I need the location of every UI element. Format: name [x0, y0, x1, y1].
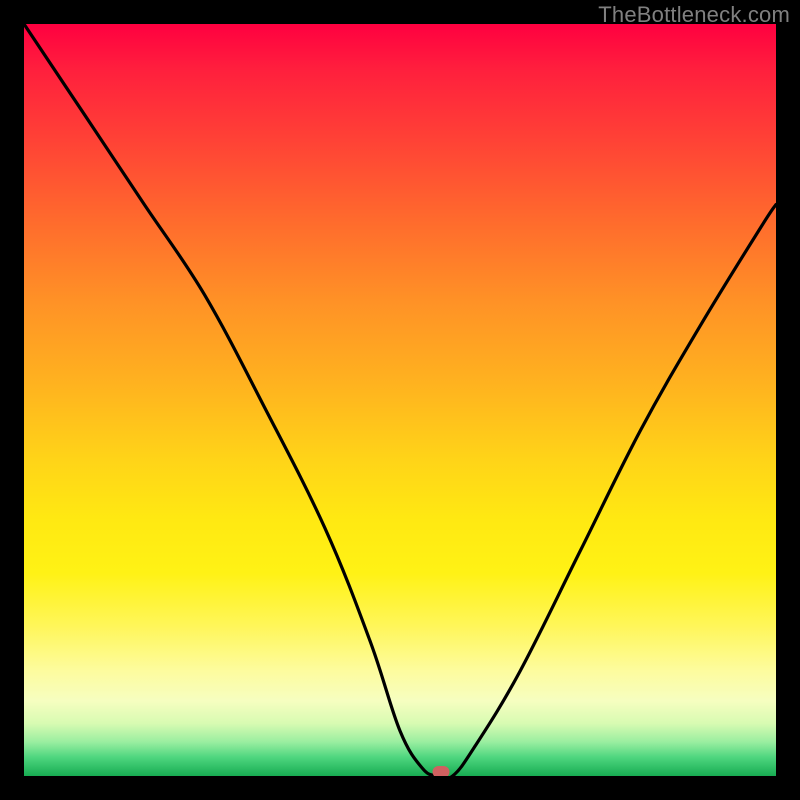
valley-marker	[433, 766, 450, 776]
plot-area	[24, 24, 776, 776]
chart-frame: TheBottleneck.com	[0, 0, 800, 800]
bottleneck-curve	[24, 24, 776, 776]
watermark-text: TheBottleneck.com	[598, 2, 790, 28]
